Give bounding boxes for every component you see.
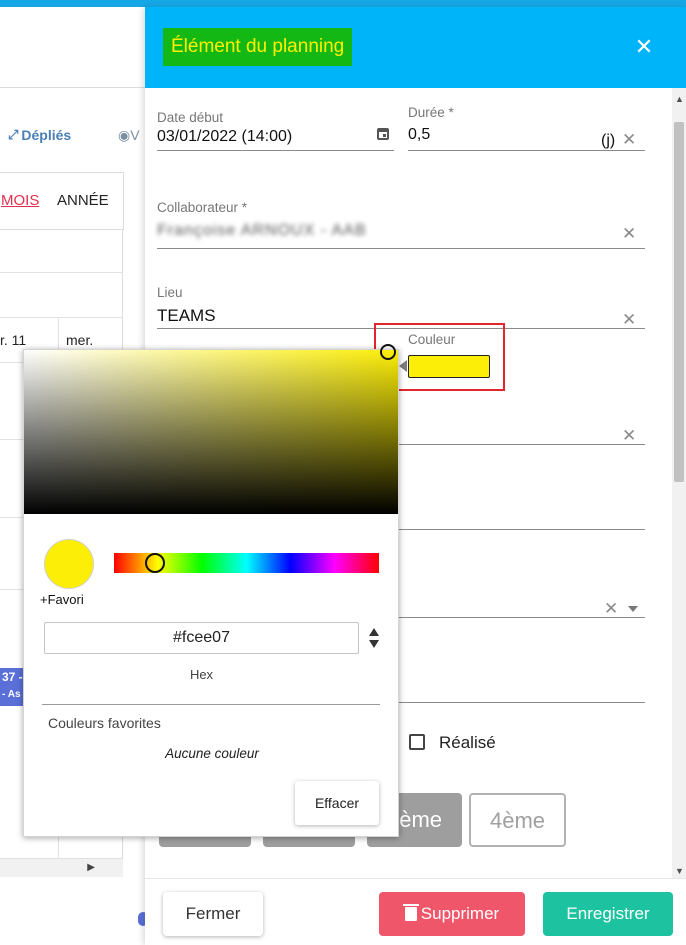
- realise-checkbox[interactable]: [409, 734, 425, 750]
- clear-x-icon[interactable]: ✕: [622, 224, 636, 244]
- clear-x-icon[interactable]: ✕: [604, 599, 618, 619]
- supprimer-label: Supprimer: [420, 904, 500, 923]
- calendar-icon[interactable]: [377, 128, 389, 140]
- color-preview: [44, 539, 94, 589]
- enregistrer-button[interactable]: Enregistrer: [543, 892, 673, 936]
- collaborateur-value: Françoise ARNOUX - AAB: [157, 222, 367, 239]
- vertical-scrollbar[interactable]: ▲ ▼: [672, 88, 686, 878]
- grid-line: [0, 272, 122, 273]
- expand-icon: ⤢: [8, 127, 19, 142]
- lieu-label: Lieu: [157, 285, 183, 300]
- field-underline: [385, 529, 645, 530]
- clear-x-icon[interactable]: ✕: [622, 310, 636, 330]
- effacer-button[interactable]: Effacer: [295, 781, 379, 825]
- couleur-label: Couleur: [408, 332, 456, 347]
- collaborateur-field[interactable]: Collaborateur * Françoise ARNOUX - AAB: [157, 200, 645, 240]
- clear-x-icon[interactable]: ✕: [622, 426, 636, 446]
- bg-divider: [0, 87, 145, 88]
- couleur-swatch-button[interactable]: [408, 355, 490, 378]
- duree-unit: (j): [601, 132, 616, 149]
- toolbar-view-toggle[interactable]: ◉V: [118, 127, 140, 144]
- tab-annee[interactable]: ANNÉE: [57, 192, 109, 209]
- date-debut-label: Date début: [157, 110, 224, 125]
- modal-header: Élément du planning ✕: [145, 7, 686, 88]
- collaborateur-label: Collaborateur *: [157, 200, 248, 215]
- toolbar-expanded-label: Dépliés: [21, 127, 72, 143]
- fermer-button[interactable]: Fermer: [163, 892, 263, 936]
- duree-label: Durée *: [408, 105, 454, 120]
- tab-mois[interactable]: MOIS: [1, 192, 39, 209]
- realise-label: Réalisé: [439, 733, 496, 752]
- field-underline: [385, 444, 645, 445]
- saturation-handle[interactable]: [380, 344, 396, 360]
- chevron-down-icon[interactable]: [369, 640, 379, 648]
- color-mode-label: Hex: [189, 667, 214, 682]
- field-underline: [157, 248, 645, 249]
- scrollbar-thumb[interactable]: [674, 122, 684, 482]
- chevron-down-icon[interactable]: [628, 606, 638, 612]
- day-header: mer.: [66, 332, 94, 348]
- modal-title: Élément du planning: [163, 28, 353, 66]
- day-header: r. 11: [0, 332, 27, 348]
- hex-input[interactable]: #fcee07: [44, 622, 359, 654]
- picker-divider: [42, 704, 380, 705]
- scroll-right-icon[interactable]: ▶: [87, 862, 95, 873]
- field-underline: [408, 150, 645, 151]
- hue-handle[interactable]: [145, 553, 166, 573]
- horizontal-scrollbar[interactable]: ▶: [0, 858, 123, 877]
- toolbar-expanded-toggle[interactable]: ⤢ Dépliés: [8, 127, 71, 143]
- segment-4[interactable]: 4ème: [469, 793, 566, 847]
- saturation-value-area[interactable]: [24, 350, 398, 514]
- field-underline: [385, 617, 645, 618]
- page: ⤢ Dépliés ◉V MOIS ANNÉE r. 11 mer. 37 - …: [0, 0, 686, 945]
- grid-line: [0, 317, 122, 318]
- modal-footer: Fermer Supprimer Enregistrer: [145, 878, 686, 945]
- supprimer-button[interactable]: Supprimer: [379, 892, 525, 936]
- field-underline: [385, 702, 645, 703]
- mode-toggle[interactable]: [369, 628, 381, 650]
- trash-icon: [402, 904, 419, 921]
- scroll-up-icon[interactable]: ▲: [675, 94, 684, 104]
- field-underline: [157, 150, 394, 151]
- close-icon[interactable]: ✕: [632, 35, 656, 59]
- date-debut-value: 03/01/2022 (14:00): [157, 128, 293, 145]
- lieu-field[interactable]: Lieu TEAMS: [157, 285, 645, 326]
- date-debut-field[interactable]: Date début 03/01/2022 (14:00): [157, 110, 394, 146]
- favorites-title: Couleurs favorites: [48, 715, 161, 731]
- chevron-up-icon[interactable]: [369, 628, 379, 636]
- scroll-down-icon[interactable]: ▼: [675, 866, 684, 876]
- clear-x-icon[interactable]: ✕: [622, 130, 636, 150]
- top-strip: [0, 0, 686, 7]
- eye-icon: ◉: [118, 127, 131, 143]
- picker-pointer: [399, 360, 407, 372]
- favorites-empty: Aucune couleur: [165, 746, 259, 761]
- color-picker: +Favori #fcee07 Hex Couleurs favorites A…: [23, 344, 399, 837]
- add-favorite-link[interactable]: +Favori: [40, 592, 84, 607]
